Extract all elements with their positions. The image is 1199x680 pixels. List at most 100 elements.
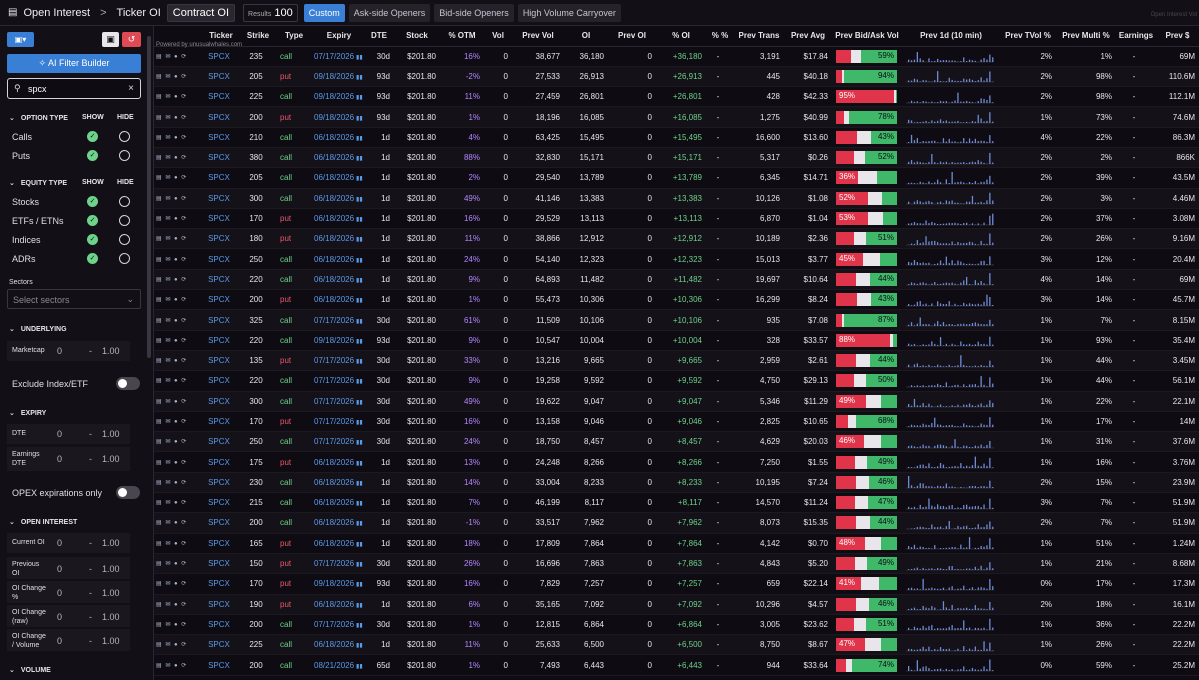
chart-icon[interactable]: ▮▮ xyxy=(356,339,363,345)
ticker-cell[interactable]: SPCX xyxy=(200,46,242,67)
chart-icon[interactable]: ▮▮ xyxy=(356,319,363,325)
chart-icon[interactable]: ▮▮ xyxy=(356,298,363,304)
ticker-cell[interactable]: SPCX xyxy=(200,451,242,473)
row-action-icons[interactable]: ▤ ✉ ● ⟳ xyxy=(156,419,187,425)
clear-icon[interactable]: × xyxy=(128,83,134,94)
row-action-icons[interactable]: ▤ ✉ ● ⟳ xyxy=(156,135,187,141)
column-header[interactable]: Prev Vol xyxy=(512,26,564,47)
earnings-dte-range[interactable]: Earnings DTE 0 - 1.00 xyxy=(7,447,130,471)
expiry-cell[interactable]: 06/18/2026 ▮▮ xyxy=(314,269,364,291)
table-row[interactable]: ▤ ✉ ● ⟳ SPCX 225 call 06/18/2026 ▮▮ 1d $201.80 1… xyxy=(154,634,1199,656)
chart-icon[interactable]: ▮▮ xyxy=(356,521,363,527)
table-row[interactable]: ▤ ✉ ● ⟳ SPCX 205 call 06/18/2026 ▮▮ 1d $201.80 2… xyxy=(154,167,1199,189)
expiry-cell[interactable]: 06/18/2026 ▮▮ xyxy=(314,533,364,554)
column-header[interactable]: % OI xyxy=(656,26,706,47)
ticker-cell[interactable]: SPCX xyxy=(200,594,242,615)
expiry-date[interactable]: 06/18/2026 xyxy=(314,173,354,182)
chart-icon[interactable]: ▮▮ xyxy=(356,440,363,446)
row-action-icons[interactable]: ▤ ✉ ● ⟳ xyxy=(156,318,187,324)
row-action-icons[interactable]: ▤ ✉ ● ⟳ xyxy=(156,338,187,344)
expiry-cell[interactable]: 06/18/2026 ▮▮ xyxy=(314,472,364,494)
table-row[interactable]: ▤ ✉ ● ⟳ SPCX 180 put 06/18/2026 ▮▮ 1d $201.80 11… xyxy=(154,228,1199,250)
row-action-icons[interactable]: ▤ ✉ ● ⟳ xyxy=(156,500,187,506)
expiry-cell[interactable]: 09/18/2026 ▮▮ xyxy=(314,86,364,108)
row-actions[interactable]: ▤ ✉ ● ⟳ xyxy=(154,492,200,514)
table-row[interactable]: ▤ ✉ ● ⟳ SPCX 300 call 07/17/2026 ▮▮ 30d $201.80… xyxy=(154,391,1199,412)
row-action-icons[interactable]: ▤ ✉ ● ⟳ xyxy=(156,94,187,100)
expiry-cell[interactable]: 07/17/2026 ▮▮ xyxy=(314,411,364,433)
ticker-cell[interactable]: SPCX xyxy=(200,228,242,250)
expiry-cell[interactable]: 06/18/2026 ▮▮ xyxy=(314,248,364,270)
previous-oi-range[interactable]: Previous OI 0 - 1.00 xyxy=(7,557,130,579)
sectors-select[interactable]: Select sectors ⌄ xyxy=(7,289,141,309)
row-action-icons[interactable]: ▤ ✉ ● ⟳ xyxy=(156,642,187,648)
expiry-section[interactable]: ⌄ EXPIRY xyxy=(9,409,46,417)
column-header[interactable]: Vol xyxy=(484,26,512,47)
row-actions[interactable]: ▤ ✉ ● ⟳ xyxy=(154,330,200,351)
table-row[interactable]: ▤ ✉ ● ⟳ SPCX 300 call 06/18/2026 ▮▮ 1d $201.80 4… xyxy=(154,188,1199,209)
ticker-cell[interactable]: SPCX xyxy=(200,309,242,331)
previous-oi-min-input[interactable]: 0 xyxy=(57,564,62,574)
ticker-cell[interactable]: SPCX xyxy=(200,411,242,433)
table-row[interactable]: ▤ ✉ ● ⟳ SPCX 220 call 09/18/2026 ▮▮ 93d $201.80… xyxy=(154,330,1199,351)
preset-ask-side-openers[interactable]: Ask-side Openers xyxy=(348,3,431,22)
ticker-cell[interactable]: SPCX xyxy=(200,66,242,88)
puts-show-radio[interactable]: ✓ xyxy=(87,150,98,161)
expiry-cell[interactable]: 06/18/2026 ▮▮ xyxy=(314,512,364,534)
row-action-icons[interactable]: ▤ ✉ ● ⟳ xyxy=(156,74,187,80)
expiry-date[interactable]: 09/18/2026 xyxy=(314,113,354,122)
expiry-cell[interactable]: 07/17/2026 ▮▮ xyxy=(314,553,364,575)
chart-icon[interactable]: ▮▮ xyxy=(356,95,363,101)
expiry-date[interactable]: 06/18/2026 xyxy=(314,194,354,203)
table-row[interactable]: ▤ ✉ ● ⟳ SPCX 220 call 07/17/2026 ▮▮ 30d $201.80… xyxy=(154,370,1199,392)
indices-hide-radio[interactable] xyxy=(119,234,130,245)
preset-high-volume-carryover[interactable]: High Volume Carryover xyxy=(517,3,621,22)
table-row[interactable]: ▤ ✉ ● ⟳ SPCX 380 call 06/18/2026 ▮▮ 1d $201.80 8… xyxy=(154,147,1199,169)
table-row[interactable]: ▤ ✉ ● ⟳ SPCX 325 call 07/17/2026 ▮▮ 30d $201.80… xyxy=(154,309,1199,331)
preset-bid-side-openers[interactable]: Bid-side Openers xyxy=(434,3,514,22)
chart-icon[interactable]: ▮▮ xyxy=(356,420,363,426)
expiry-date[interactable]: 07/17/2026 xyxy=(314,620,354,629)
oi-change-volume-min-input[interactable]: 0 xyxy=(57,636,62,646)
row-actions[interactable]: ▤ ✉ ● ⟳ xyxy=(154,188,200,209)
ticker-cell[interactable]: SPCX xyxy=(200,573,242,595)
table-row[interactable]: ▤ ✉ ● ⟳ SPCX 175 put 06/18/2026 ▮▮ 1d $201.80 13… xyxy=(154,451,1199,473)
table-row[interactable]: ▤ ✉ ● ⟳ SPCX 210 call 06/18/2026 ▮▮ 1d $201.80 4… xyxy=(154,127,1199,148)
earnings-max-input[interactable]: 1.00 xyxy=(102,454,120,464)
row-actions[interactable]: ▤ ✉ ● ⟳ xyxy=(154,309,200,331)
ticker-cell[interactable]: SPCX xyxy=(200,512,242,534)
preset-custom[interactable]: Custom xyxy=(303,3,345,22)
chart-icon[interactable]: ▮▮ xyxy=(356,217,363,223)
row-actions[interactable]: ▤ ✉ ● ⟳ xyxy=(154,228,200,250)
expiry-cell[interactable]: 07/17/2026 ▮▮ xyxy=(314,391,364,412)
row-actions[interactable]: ▤ ✉ ● ⟳ xyxy=(154,411,200,433)
table-row[interactable]: ▤ ✉ ● ⟳ SPCX 170 put 07/17/2026 ▮▮ 30d $201.80 1… xyxy=(154,411,1199,433)
breadcrumb[interactable]: ▤ Open Interest xyxy=(8,7,90,19)
expiry-date[interactable]: 09/18/2026 xyxy=(314,336,354,345)
save-icon[interactable]: ▣ xyxy=(102,32,119,47)
row-action-icons[interactable]: ▤ ✉ ● ⟳ xyxy=(156,236,187,242)
oi-change-raw-min-input[interactable]: 0 xyxy=(57,612,62,622)
row-actions[interactable]: ▤ ✉ ● ⟳ xyxy=(154,289,200,311)
chart-icon[interactable]: ▮▮ xyxy=(356,359,363,365)
row-action-icons[interactable]: ▤ ✉ ● ⟳ xyxy=(156,358,187,364)
underlying-section[interactable]: ⌄ UNDERLYING xyxy=(9,325,67,333)
etfs-hide-radio[interactable] xyxy=(119,215,130,226)
stocks-hide-radio[interactable] xyxy=(119,196,130,207)
open-interest-link[interactable]: Open Interest xyxy=(23,7,90,19)
expiry-cell[interactable]: 09/18/2026 ▮▮ xyxy=(314,66,364,88)
expiry-date[interactable]: 06/18/2026 xyxy=(314,133,354,142)
row-action-icons[interactable]: ▤ ✉ ● ⟳ xyxy=(156,54,187,60)
expiry-date[interactable]: 06/18/2026 xyxy=(314,255,354,264)
expiry-cell[interactable]: 06/18/2026 ▮▮ xyxy=(314,289,364,311)
ticker-cell[interactable]: SPCX xyxy=(200,431,242,453)
expiry-date[interactable]: 06/18/2026 xyxy=(314,458,354,467)
expiry-date[interactable]: 07/17/2026 xyxy=(314,559,354,568)
expiry-date[interactable]: 06/18/2026 xyxy=(314,518,354,527)
chart-icon[interactable]: ▮▮ xyxy=(356,278,363,284)
expiry-cell[interactable]: 06/18/2026 ▮▮ xyxy=(314,634,364,656)
expiry-cell[interactable]: 07/17/2026 ▮▮ xyxy=(314,350,364,372)
sidebar-scrollbar[interactable] xyxy=(147,36,151,358)
expiry-cell[interactable]: 06/18/2026 ▮▮ xyxy=(314,208,364,230)
ticker-cell[interactable]: SPCX xyxy=(200,147,242,169)
